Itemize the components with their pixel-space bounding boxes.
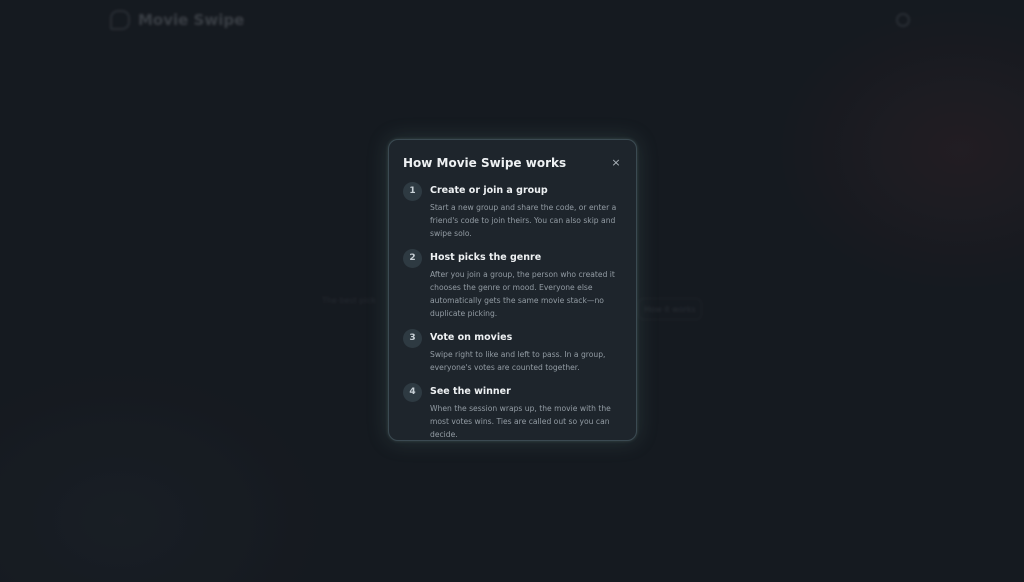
- step-number-badge: 2: [403, 249, 422, 268]
- step-number-badge: 4: [403, 383, 422, 402]
- step-description: When the session wraps up, the movie wit…: [430, 404, 611, 439]
- step-title: Create or join a group: [430, 185, 548, 196]
- app-page: Movie Swipe The best pick How it works H…: [0, 0, 1024, 582]
- step-title: See the winner: [430, 386, 511, 397]
- how-it-works-modal: How Movie Swipe works × 1 Create or join…: [388, 139, 637, 441]
- step-number-badge: 3: [403, 329, 422, 348]
- modal-title: How Movie Swipe works: [403, 156, 567, 170]
- step-description: Start a new group and share the code, or…: [430, 203, 617, 238]
- step-description: Swipe right to like and left to pass. In…: [430, 350, 606, 372]
- close-icon[interactable]: ×: [609, 156, 623, 170]
- step-title: Vote on movies: [430, 332, 513, 343]
- step-description: After you join a group, the person who c…: [430, 270, 615, 318]
- step-number-badge: 1: [403, 182, 422, 201]
- step-title: Host picks the genre: [430, 252, 542, 263]
